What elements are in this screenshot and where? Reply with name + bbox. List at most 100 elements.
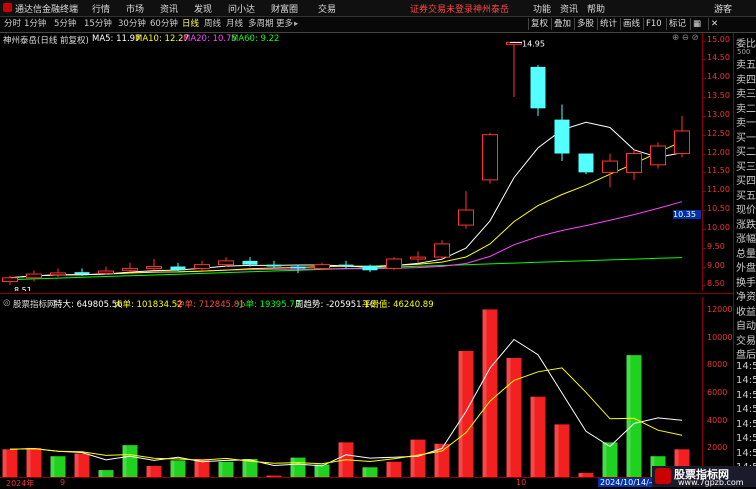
side-small-value: 500	[737, 48, 751, 56]
menu-bar: 通达信金融终端 行情 市场 资讯 发现 问小达 财富圈 交易 证券交易未登录 神…	[0, 0, 756, 17]
period-more[interactable]: 更多	[276, 18, 293, 30]
side-label[interactable]: 14:5	[736, 433, 756, 444]
side-label[interactable]: 14:5	[736, 419, 756, 430]
side-label[interactable]: 现价	[736, 201, 756, 216]
side-label[interactable]: 卖五	[736, 56, 756, 71]
price-tick: 11.00	[707, 185, 730, 195]
side-label[interactable]: 14:5	[736, 361, 756, 372]
side-label[interactable]: 14:5	[736, 404, 756, 415]
side-label[interactable]: 买三	[736, 158, 756, 173]
period-intraday[interactable]: 分时	[4, 18, 21, 30]
period-1min[interactable]: 1分钟	[24, 18, 46, 30]
side-label[interactable]: 总量	[736, 245, 756, 260]
price-tick: 12.00	[707, 147, 730, 157]
multi-stock-button[interactable]: 多股	[574, 18, 594, 30]
f10-button[interactable]: F10	[643, 18, 662, 30]
side-label[interactable]: 交易	[736, 332, 756, 347]
candle-body	[554, 119, 570, 154]
side-label[interactable]: 收益	[736, 303, 756, 318]
period-weekly[interactable]: 周线	[204, 18, 221, 30]
volume-axis: 12000 10000 8000 6000 4000 2000	[702, 297, 733, 477]
adjust-button[interactable]: 复权	[528, 18, 548, 30]
high-price-label: 14.95	[522, 39, 545, 48]
side-label[interactable]: 外盘	[736, 259, 756, 274]
volume-bar-highlight	[602, 442, 607, 477]
candle-body	[314, 264, 330, 269]
volume-tick: 10000	[707, 332, 733, 342]
candle-body	[122, 267, 138, 271]
overlay-button[interactable]: 叠加	[551, 18, 571, 30]
volume-bar-highlight	[74, 453, 79, 477]
side-label[interactable]: 涨幅	[736, 230, 756, 245]
period-multi[interactable]: 多周期	[248, 18, 274, 30]
price-tick-mark	[703, 97, 706, 99]
menu-market[interactable]: 市场	[126, 2, 144, 15]
layout-icon[interactable]: ▦	[690, 18, 701, 30]
period-60min[interactable]: 60分钟	[150, 18, 178, 30]
volume-tick: 8000	[707, 360, 728, 370]
candlestick-chart: 14.95 8.51	[2, 39, 690, 291]
candle-body	[338, 264, 354, 266]
price-tick-mark	[703, 172, 706, 174]
guest-label[interactable]: 游客	[714, 2, 732, 15]
candle-body	[410, 256, 426, 260]
candle-body	[626, 153, 642, 173]
menu-function[interactable]: 功能	[533, 2, 551, 15]
panel-divider	[0, 293, 733, 294]
side-label[interactable]: 14:5	[736, 390, 756, 401]
side-label[interactable]: 14:5	[736, 448, 756, 459]
volume-bar-highlight	[2, 449, 7, 477]
price-tick-mark	[703, 40, 706, 42]
side-label[interactable]: 卖二	[736, 100, 756, 115]
price-tick-mark	[703, 59, 706, 61]
side-label[interactable]: 卖三	[736, 85, 756, 100]
period-monthly[interactable]: 月线	[226, 18, 243, 30]
stats-button[interactable]: 统计	[597, 18, 617, 30]
side-label[interactable]: 卖一	[736, 114, 756, 129]
candle-body	[482, 134, 498, 181]
volume-bar-highlight	[50, 456, 55, 477]
trade-login-notice[interactable]: 证券交易未登录	[410, 2, 473, 15]
menu-quotes[interactable]: 行情	[92, 2, 110, 15]
more-chevron-icon[interactable]: ▸	[294, 18, 298, 30]
candle-body	[2, 277, 18, 283]
price-tick: 14.50	[707, 53, 730, 63]
price-tick-mark	[703, 191, 706, 193]
volume-bar-highlight	[482, 309, 487, 477]
side-label[interactable]: 14:5	[736, 375, 756, 386]
cursor-date: 2024/10/14/—	[598, 478, 659, 487]
side-label[interactable]: 买一	[736, 129, 756, 144]
price-tick: 13.50	[707, 91, 730, 101]
period-15min[interactable]: 15分钟	[84, 18, 112, 30]
volume-bar-highlight	[362, 467, 367, 477]
menu-wealth[interactable]: 财富圈	[271, 2, 298, 15]
menu-info[interactable]: 资讯	[560, 2, 578, 15]
volume-bar-highlight	[98, 470, 103, 477]
price-tick: 13.00	[707, 109, 730, 119]
price-tick-mark	[703, 134, 706, 136]
side-label[interactable]: 自动	[736, 317, 756, 332]
app-title: 通达信金融终端	[15, 5, 79, 15]
menu-trade[interactable]: 交易	[318, 2, 336, 15]
side-label[interactable]: 买五	[736, 187, 756, 202]
side-label[interactable]: 净资	[736, 288, 756, 303]
close-icon[interactable]: ✕	[708, 18, 718, 30]
price-tick: 10.00	[707, 222, 730, 232]
side-label[interactable]: 买四	[736, 172, 756, 187]
period-5min[interactable]: 5分钟	[54, 18, 76, 30]
watermark-icon	[655, 468, 671, 484]
mark-button[interactable]: 标记	[666, 18, 686, 30]
side-label[interactable]: 卖四	[736, 71, 756, 86]
period-30min[interactable]: 30分钟	[118, 18, 146, 30]
menu-help[interactable]: 帮助	[587, 2, 605, 15]
period-daily[interactable]: 日线	[182, 18, 199, 30]
menu-discover[interactable]: 发现	[194, 2, 212, 15]
side-label[interactable]: 盘后	[736, 346, 756, 361]
side-label[interactable]: 涨跌	[736, 216, 756, 231]
low-price-label: 8.51	[14, 286, 32, 291]
menu-news[interactable]: 资讯	[160, 2, 178, 15]
menu-ask[interactable]: 问小达	[228, 2, 255, 15]
side-label[interactable]: 买二	[736, 143, 756, 158]
draw-line-button[interactable]: 画线	[620, 18, 640, 30]
side-label[interactable]: 换手	[736, 274, 756, 289]
